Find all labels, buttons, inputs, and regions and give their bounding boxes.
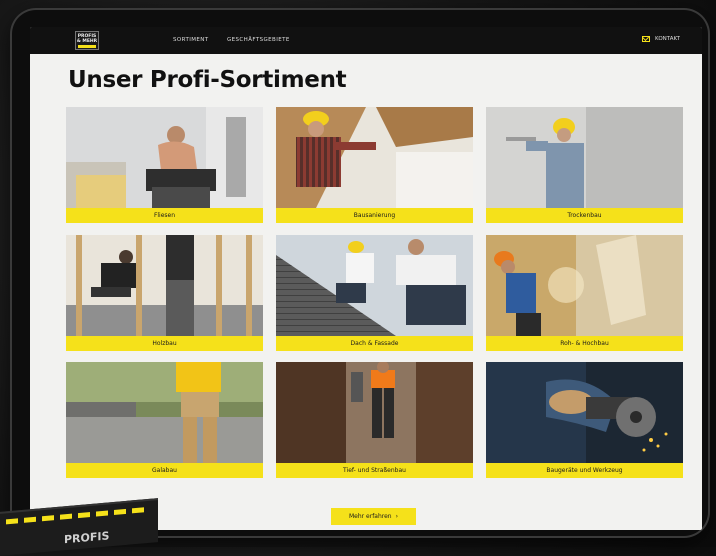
category-label: Baugeräte und Werkzeug xyxy=(486,463,683,478)
mail-icon xyxy=(642,36,651,42)
category-card-galabau[interactable]: Galabau xyxy=(66,362,263,478)
category-image xyxy=(276,235,473,336)
category-label: Fliesen xyxy=(66,208,263,223)
category-card-roh-hochbau[interactable]: Roh- & Hochbau xyxy=(486,235,683,351)
category-label: Tief- und Straßenbau xyxy=(276,463,473,478)
page-title: Unser Profi-Sortiment xyxy=(68,67,347,93)
brand-logo[interactable]: PROFIS & MEHR xyxy=(75,31,99,50)
category-label: Bausanierung xyxy=(276,208,473,223)
category-label: Dach & Fassade xyxy=(276,336,473,351)
logo-line-2: & MEHR xyxy=(76,39,98,44)
contact-label: KONTAKT xyxy=(655,36,680,42)
nav-link-sortiment[interactable]: SORTIMENT xyxy=(173,37,209,43)
hazard-stripe xyxy=(6,507,146,525)
category-image xyxy=(66,235,263,336)
website-screen: PROFIS & MEHR SORTIMENT GESCHÄFTSGEBIETE… xyxy=(30,27,702,530)
category-card-fliesen[interactable]: Fliesen xyxy=(66,107,263,223)
more-info-label: Mehr erfahren xyxy=(348,513,392,520)
category-card-tief-strassenbau[interactable]: Tief- und Straßenbau xyxy=(276,362,473,478)
category-card-baugeraete-werkzeug[interactable]: Baugeräte und Werkzeug xyxy=(486,362,683,478)
category-label: Galabau xyxy=(66,463,263,478)
category-card-bausanierung[interactable]: Bausanierung xyxy=(276,107,473,223)
logo-yellow-bar xyxy=(78,45,96,48)
category-image xyxy=(276,107,473,208)
more-info-button[interactable]: Mehr erfahren › xyxy=(331,508,416,525)
category-image xyxy=(486,235,683,336)
category-image xyxy=(276,362,473,463)
category-image xyxy=(66,362,263,463)
category-image xyxy=(486,362,683,463)
category-card-holzbau[interactable]: Holzbau xyxy=(66,235,263,351)
chevron-right-icon: › xyxy=(395,513,399,520)
category-label: Holzbau xyxy=(66,336,263,351)
category-image xyxy=(486,107,683,208)
top-navbar: PROFIS & MEHR SORTIMENT GESCHÄFTSGEBIETE… xyxy=(30,27,702,54)
category-label: Trockenbau xyxy=(486,208,683,223)
category-image xyxy=(66,107,263,208)
nav-link-geschaeftsgebiete[interactable]: GESCHÄFTSGEBIETE xyxy=(227,37,290,43)
category-card-trockenbau[interactable]: Trockenbau xyxy=(486,107,683,223)
product-box-text: PROFIS xyxy=(64,529,110,547)
category-label: Roh- & Hochbau xyxy=(486,336,683,351)
category-card-dach-fassade[interactable]: Dach & Fassade xyxy=(276,235,473,351)
contact-link[interactable]: KONTAKT xyxy=(642,36,680,42)
